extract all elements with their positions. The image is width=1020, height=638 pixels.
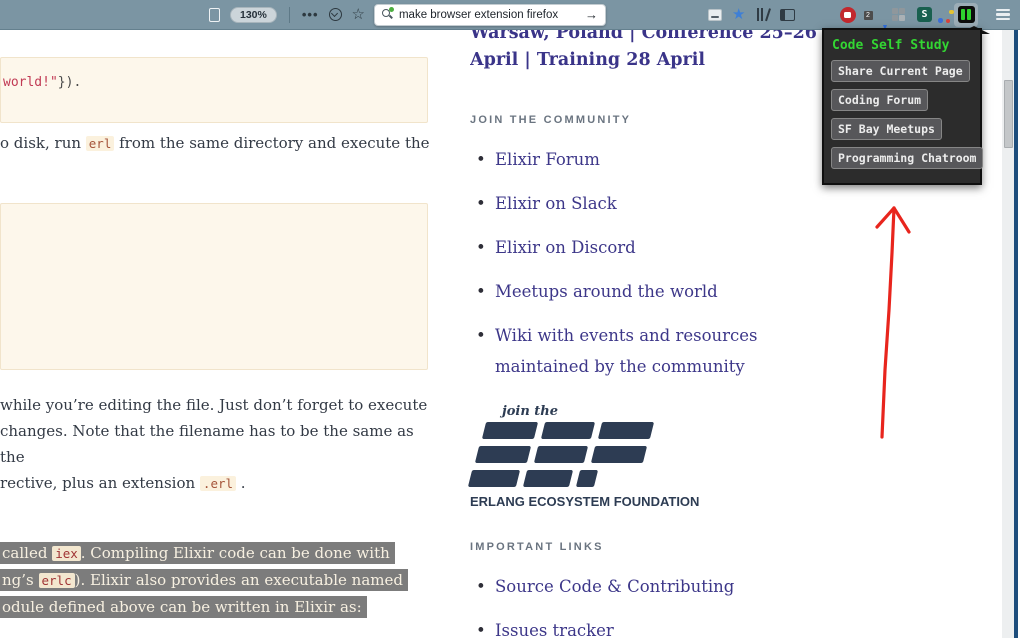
code-block-large bbox=[0, 203, 428, 370]
list-item: Source Code & Contributing bbox=[470, 571, 820, 602]
list-item: Wiki with events and resources maintaine… bbox=[470, 320, 820, 382]
share-current-page-button[interactable]: Share Current Page bbox=[831, 60, 970, 82]
url-search-bar[interactable]: make browser extension firefox → bbox=[373, 3, 606, 26]
hamburger-icon bbox=[996, 8, 1010, 11]
meetups-link[interactable]: Meetups around the world bbox=[495, 282, 718, 301]
page-actions-menu-button[interactable]: ••• bbox=[302, 7, 319, 22]
reader-view-button[interactable] bbox=[209, 7, 220, 22]
paragraph-editing-file: while you’re editing the file. Just don’… bbox=[0, 396, 428, 492]
grid-icon bbox=[891, 7, 905, 22]
zoom-level-button[interactable]: 130% bbox=[230, 6, 277, 23]
browser-toolbar: 130% ••• ☆ make browser extension firefo… bbox=[0, 0, 1020, 34]
code-block-top: world!"}). bbox=[0, 57, 428, 123]
inline-code-erl-ext: .erl bbox=[199, 476, 237, 491]
conference-link[interactable]: Warsaw, Poland | Conference 25–26 April … bbox=[470, 30, 820, 74]
toolbar-right-group: ★ 2 S bbox=[703, 2, 1020, 34]
sidebar-column: Warsaw, Poland | Conference 25–26 April … bbox=[467, 30, 820, 638]
elixir-forum-link[interactable]: Elixir Forum bbox=[495, 150, 600, 169]
eef-logo[interactable]: join the ERLANG ECOSYSTEM FOUNDATION bbox=[467, 404, 820, 509]
panel-icon bbox=[708, 8, 723, 21]
menu-button[interactable] bbox=[996, 8, 1010, 21]
pocket-button[interactable] bbox=[328, 8, 342, 21]
video-downloader-icon bbox=[839, 6, 856, 23]
list-item: Meetups around the world bbox=[470, 276, 820, 307]
programming-chatroom-button[interactable]: Programming Chatroom bbox=[831, 147, 984, 169]
list-item: Elixir on Slack bbox=[470, 188, 820, 219]
important-links-header: IMPORTANT LINKS bbox=[470, 541, 604, 553]
inline-code-erlc: erlc bbox=[38, 573, 75, 588]
inline-code-erl: erl bbox=[85, 136, 115, 151]
source-code-link[interactable]: Source Code & Contributing bbox=[495, 577, 734, 596]
extension-popup: Code Self Study Share Current Page Codin… bbox=[822, 28, 984, 185]
s-extension-button[interactable]: S bbox=[917, 7, 932, 22]
code-brackets-icon bbox=[957, 6, 975, 23]
community-links-list: Elixir Forum Elixir on Slack Elixir on D… bbox=[470, 144, 820, 382]
eef-tagline: join the bbox=[502, 404, 559, 419]
scrollbar-thumb[interactable] bbox=[1003, 80, 1013, 148]
grid-extension-button[interactable] bbox=[891, 7, 905, 22]
browser-window: 130% ••• ☆ make browser extension firefo… bbox=[0, 0, 1020, 638]
selected-text-paragraph: called iex. Compiling Elixir code can be… bbox=[0, 540, 428, 621]
important-links-list: Source Code & Contributing Issues tracke… bbox=[470, 571, 820, 638]
s-letter-icon: S bbox=[917, 7, 932, 22]
toolbar-separator bbox=[288, 6, 290, 23]
save-panel-button[interactable] bbox=[708, 8, 723, 21]
bookmarked-star-button[interactable]: ★ bbox=[732, 7, 745, 22]
library-button[interactable] bbox=[756, 8, 771, 22]
paragraph-run-erl: o disk, run erl from the same directory … bbox=[0, 134, 430, 152]
library-icon bbox=[756, 8, 771, 22]
pocket-icon bbox=[328, 8, 342, 21]
sidebar-icon bbox=[779, 8, 795, 21]
reader-view-icon bbox=[209, 7, 220, 22]
go-arrow-icon[interactable]: → bbox=[585, 7, 598, 22]
red-arrow-annotation bbox=[875, 206, 911, 439]
popup-title: Code Self Study bbox=[832, 38, 950, 53]
issues-tracker-link[interactable]: Issues tracker bbox=[495, 621, 614, 638]
sf-bay-meetups-button[interactable]: SF Bay Meetups bbox=[831, 118, 942, 140]
code-line: world!"}). bbox=[3, 75, 82, 90]
window-right-border bbox=[1014, 30, 1018, 638]
scrollbar-track[interactable] bbox=[1002, 30, 1014, 638]
elixir-discord-link[interactable]: Elixir on Discord bbox=[495, 238, 636, 257]
video-downloader-extension-button[interactable] bbox=[839, 6, 856, 23]
event-link-clip: Warsaw, Poland | Conference 25–26 April … bbox=[470, 30, 820, 88]
community-section-header: JOIN THE COMMUNITY bbox=[470, 114, 632, 126]
search-icon bbox=[381, 7, 394, 20]
coding-forum-button[interactable]: Coding Forum bbox=[831, 89, 929, 111]
list-item: Elixir Forum bbox=[470, 144, 820, 175]
list-item: Issues tracker bbox=[470, 615, 820, 638]
code-self-study-extension-button[interactable] bbox=[954, 2, 990, 34]
inline-code-iex: iex bbox=[52, 546, 81, 561]
url-bar-text[interactable]: make browser extension firefox bbox=[399, 9, 581, 21]
list-item: Elixir on Discord bbox=[470, 232, 820, 263]
elixir-slack-link[interactable]: Elixir on Slack bbox=[495, 194, 617, 213]
eef-name: ERLANG ECOSYSTEM FOUNDATION bbox=[470, 494, 700, 509]
eef-logo-bars-icon bbox=[467, 422, 820, 487]
sidebar-toggle-button[interactable] bbox=[779, 8, 795, 21]
bookmark-star-button[interactable]: ☆ bbox=[352, 7, 365, 22]
extension-badge: 2 bbox=[863, 10, 873, 20]
wiki-events-link[interactable]: Wiki with events and resources maintaine… bbox=[495, 326, 758, 376]
